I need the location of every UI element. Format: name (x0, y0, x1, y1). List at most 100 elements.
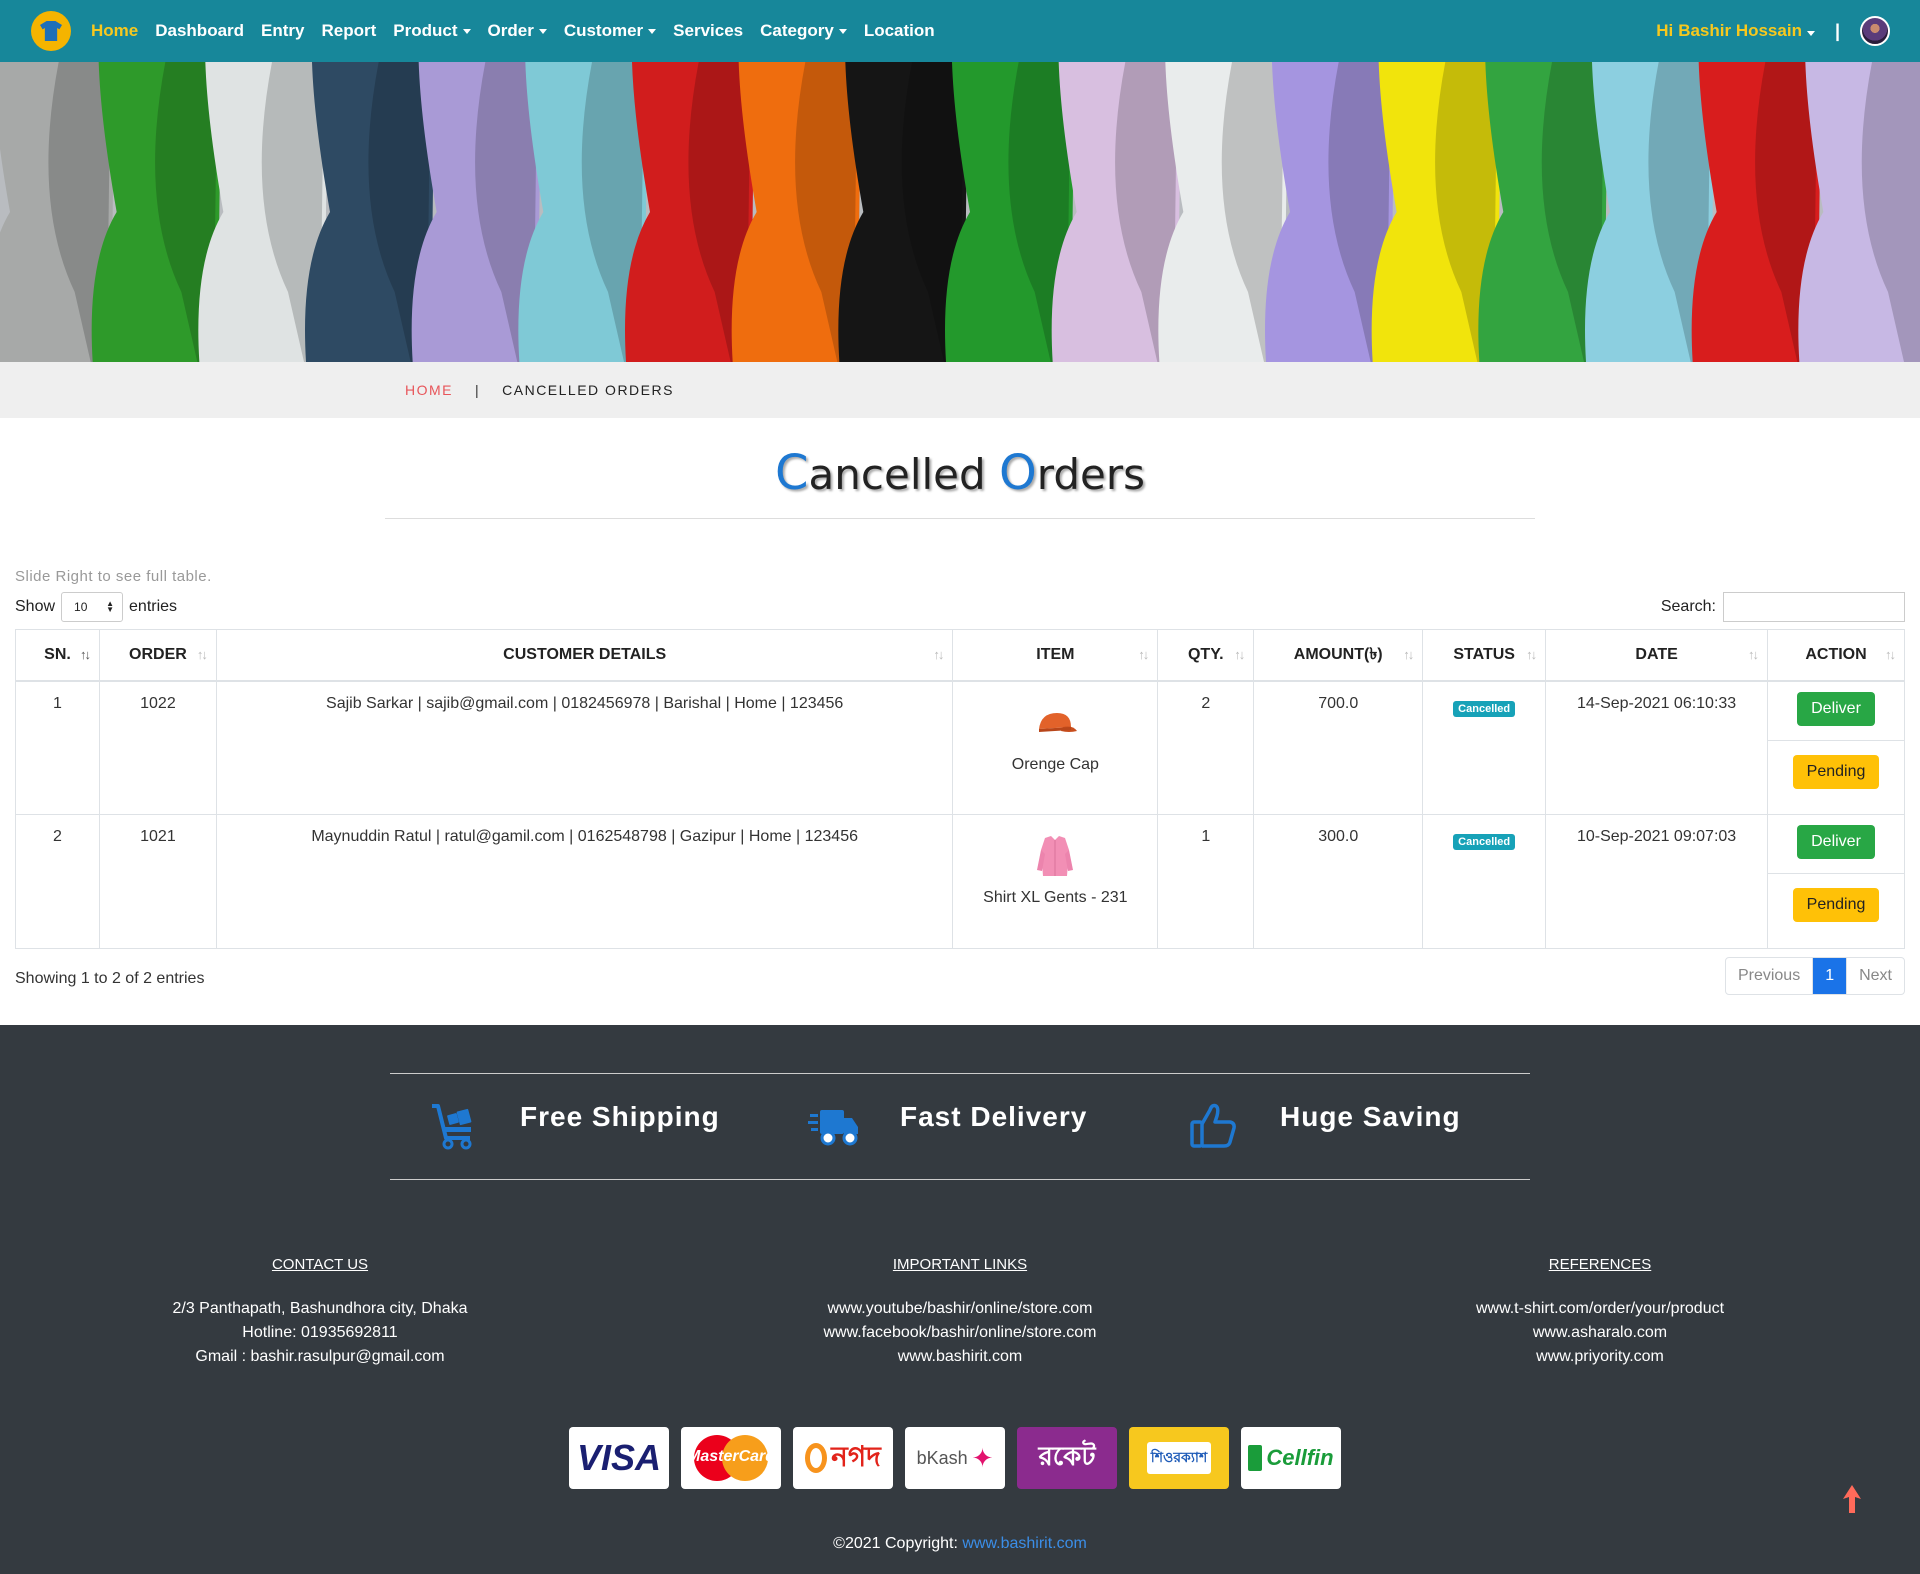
cell-sn: 2 (15, 814, 100, 949)
nav-item-report[interactable]: Report (322, 21, 377, 41)
column-header[interactable]: SN. ↑↓ (15, 629, 100, 682)
reference-link[interactable]: www.t-shirt.com/order/your/product (1360, 1297, 1840, 1321)
title-divider (385, 518, 1535, 519)
sort-icon: ↑↓ (1234, 647, 1245, 662)
column-header[interactable]: CUSTOMER DETAILS ↑↓ (215, 629, 954, 682)
footer: Free Shipping Fast Delivery Huge Saving … (0, 1025, 1920, 1574)
pending-button[interactable]: Pending (1792, 888, 1880, 922)
reference-link[interactable]: www.priyority.com (1360, 1345, 1840, 1369)
table-row: 2 1021 Maynuddin Ratul | ratul@gamil.com |… (15, 814, 1905, 949)
greeting-text: Hi (1656, 21, 1674, 40)
nav-item-product[interactable]: Product (393, 21, 471, 41)
site-logo[interactable] (31, 11, 71, 51)
cell-date: 10-Sep-2021 09:07:03 (1545, 814, 1769, 949)
nav-menu: Home Dashboard Entry Report Product Order Cust… (91, 21, 952, 41)
pagination-page-1[interactable]: 1 (1813, 958, 1847, 994)
deliver-button[interactable]: Deliver (1797, 691, 1875, 726)
item-name: Shirt XL Gents - 231 (983, 889, 1128, 906)
column-header[interactable]: DATE ↑↓ (1545, 629, 1769, 682)
thumbs-up-icon (1190, 1103, 1236, 1148)
user-name: Bashir Hossain (1678, 21, 1802, 40)
footer-link[interactable]: www.bashirit.com (720, 1345, 1200, 1369)
nagad-text: নগদ (831, 1440, 881, 1472)
column-header[interactable]: AMOUNT(৳) ↑↓ (1253, 629, 1424, 682)
title-cap-1: C (775, 445, 809, 501)
table-search: Search: (1661, 592, 1905, 622)
footer-link[interactable]: www.youtube/bashir/online/store.com (720, 1297, 1200, 1321)
nav-item-label: Dashboard (155, 21, 245, 40)
footer-link[interactable]: www.facebook/bashir/online/store.com (720, 1321, 1200, 1345)
links-heading: IMPORTANT LINKS (892, 1256, 1028, 1273)
surecash-logo: শিওরক্যাশ (1129, 1427, 1229, 1489)
column-header-label: DATE (1635, 645, 1678, 663)
column-header[interactable]: QTY. ↑↓ (1157, 629, 1255, 682)
column-header[interactable]: STATUS ↑↓ (1422, 629, 1547, 682)
item-name: Orenge Cap (1011, 755, 1099, 773)
chevron-down-icon (648, 28, 657, 34)
nav-item-location[interactable]: Location (864, 21, 935, 41)
feature-label: Free Shipping (520, 1101, 720, 1132)
user-greeting[interactable]: Hi Bashir Hossain (1656, 21, 1815, 41)
column-header[interactable]: ITEM ↑↓ (952, 629, 1159, 682)
cell-customer: Sajib Sarkar | sajib@gmail.com | 0182456… (215, 680, 954, 815)
top-navbar: Home Dashboard Entry Report Product Order Cust… (0, 0, 1920, 62)
nav-item-label: Product (393, 21, 458, 40)
feature-label: Huge Saving (1280, 1101, 1461, 1132)
cellfin-logo: Cellfin (1241, 1427, 1341, 1489)
sort-icon: ↑↓ (1403, 647, 1414, 662)
column-header[interactable]: ORDER ↑↓ (98, 629, 217, 682)
entries-label: entries (129, 598, 178, 615)
cell-date: 14-Sep-2021 06:10:33 (1545, 680, 1769, 815)
mastercard-text: MasterCard (686, 1448, 776, 1465)
copyright: ©2021 Copyright: www.bashirit.com (0, 1535, 1920, 1553)
cell-order: 1022 (98, 680, 217, 815)
feature-free-shipping: Free Shipping (428, 1100, 720, 1152)
cell-order: 1021 (98, 814, 217, 949)
hero-banner (0, 62, 1920, 362)
nav-item-label: Report (321, 21, 377, 40)
nav-item-services[interactable]: Services (673, 21, 743, 41)
nav-item-customer[interactable]: Customer (564, 21, 657, 41)
pagination-previous[interactable]: Previous (1726, 958, 1814, 994)
page-size-value: 10 (74, 600, 88, 614)
references-heading: REFERENCES (1548, 1256, 1652, 1273)
footer-references: REFERENCES www.t-shirt.com/order/your/pr… (1360, 1253, 1840, 1369)
feature-divider-bottom (390, 1179, 1530, 1180)
nav-item-category[interactable]: Category (760, 21, 847, 41)
scroll-to-top-icon[interactable] (1843, 1485, 1861, 1513)
deliver-button[interactable]: Deliver (1797, 825, 1875, 859)
search-input[interactable] (1723, 592, 1905, 622)
breadcrumb-home-link[interactable]: HOME (405, 382, 453, 398)
pending-button[interactable]: Pending (1792, 754, 1880, 789)
column-header-label: STATUS (1453, 645, 1515, 663)
cart-icon (432, 1104, 472, 1150)
truck-icon (808, 1110, 858, 1146)
nav-item-home[interactable]: Home (91, 21, 138, 41)
cell-item: Orenge Cap (952, 680, 1159, 815)
payment-methods: VISA MasterCard নগদ bKash ✦ রকেট শিওরক্যা… (569, 1427, 1353, 1489)
cell-status: Cancelled (1422, 814, 1547, 949)
action-divider (1768, 739, 1904, 741)
copyright-link[interactable]: www.bashirit.com (962, 1535, 1086, 1552)
nav-item-dashboard[interactable]: Dashboard (155, 21, 244, 41)
sort-icon: ↑↓ (933, 647, 944, 662)
nav-item-order[interactable]: Order (488, 21, 547, 41)
hanging-shirts-image (0, 62, 1920, 362)
user-separator: | (1834, 20, 1840, 41)
feature-divider-top (390, 1073, 1530, 1074)
action-divider (1768, 873, 1904, 874)
copyright-text: ©2021 Copyright: (833, 1535, 963, 1552)
visa-logo: VISA (569, 1427, 669, 1489)
title-cap-2: O (999, 445, 1037, 501)
status-badge: Cancelled (1453, 700, 1516, 717)
breadcrumb: HOME | CANCELLED ORDERS (0, 362, 1920, 418)
column-header[interactable]: ACTION ↑↓ (1767, 629, 1905, 682)
avatar[interactable] (1860, 16, 1890, 46)
sort-icon: ↑↓ (1885, 647, 1896, 662)
page-size-select[interactable]: 10 ▲ ▼ (61, 592, 124, 622)
pagination-next[interactable]: Next (1846, 958, 1904, 994)
cell-action: Deliver Pending (1767, 680, 1905, 815)
reference-link[interactable]: www.asharalo.com (1360, 1321, 1840, 1345)
cell-customer: Maynuddin Ratul | ratul@gamil.com | 0162… (215, 814, 954, 949)
nav-item-entry[interactable]: Entry (261, 21, 304, 41)
